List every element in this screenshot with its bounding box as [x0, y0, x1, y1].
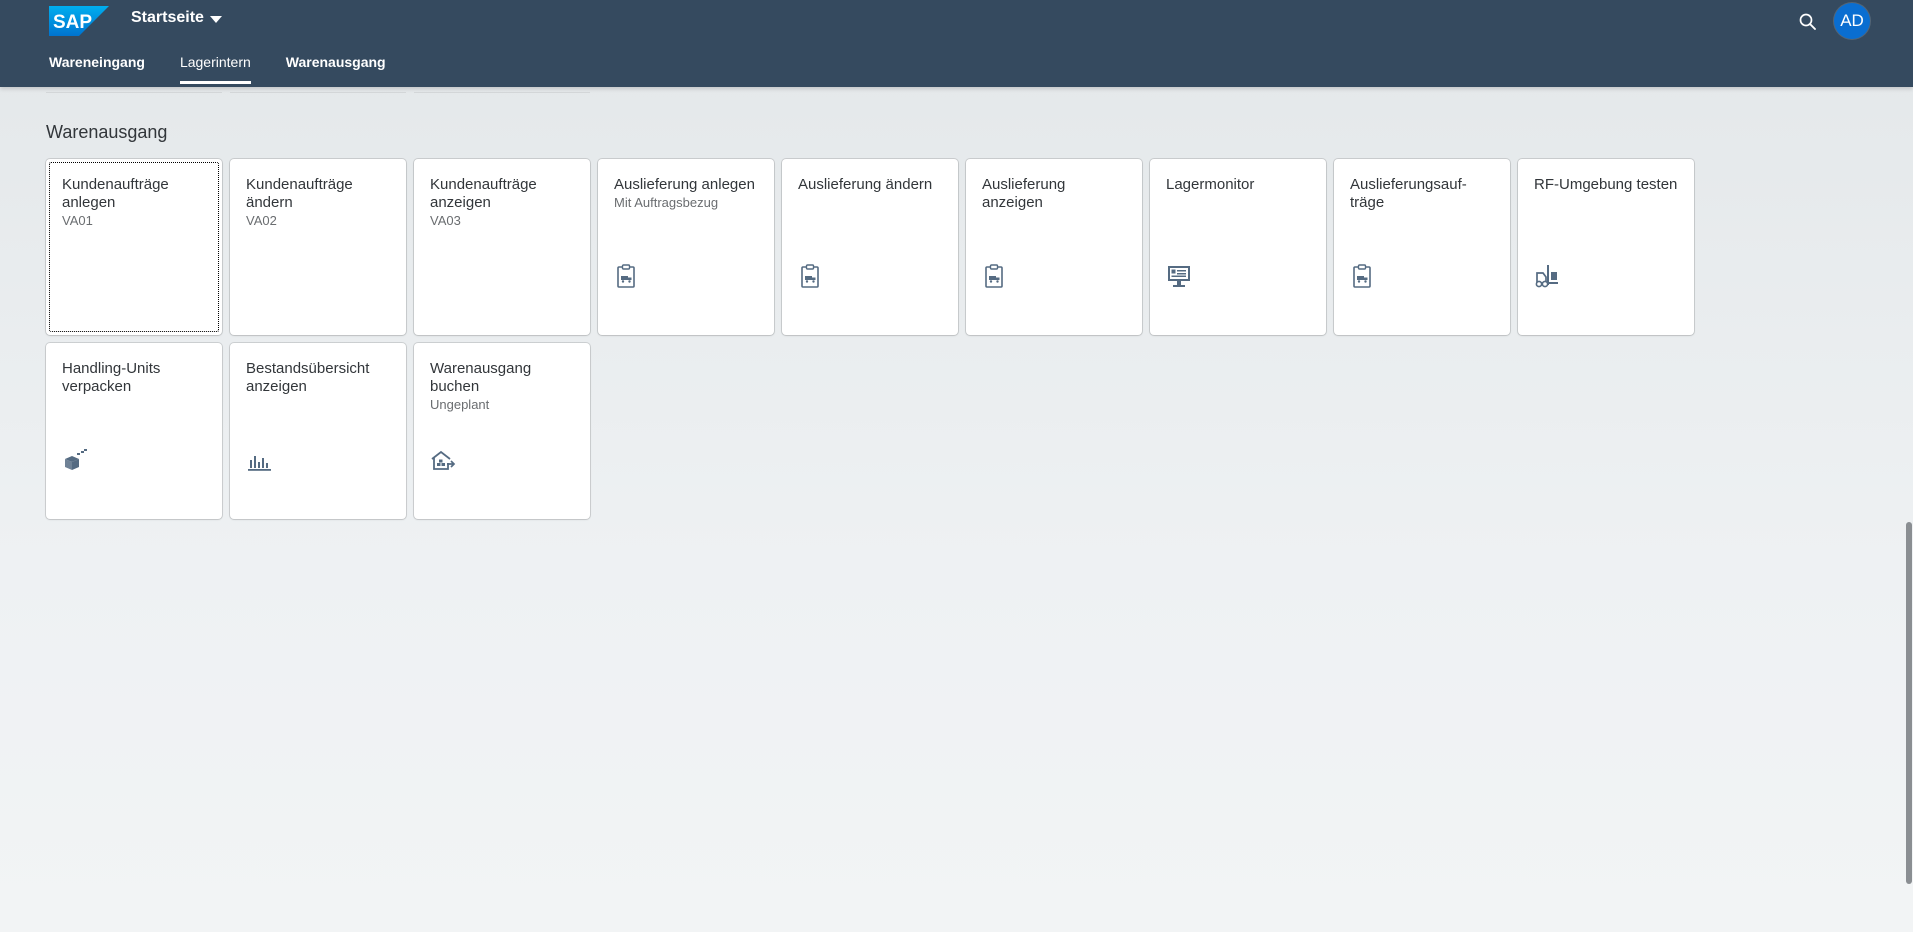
tile-title: Lagermonitor: [1166, 176, 1255, 193]
tile-subtitle: VA01: [62, 213, 93, 228]
tile-title: Handling-Units verpacken: [62, 360, 161, 395]
clipboard-truck-icon: [985, 264, 1003, 288]
tile-kundenauftraege-anlegen[interactable]: Kundenaufträge anlegen VA01: [46, 159, 222, 335]
forklift-icon: [1535, 265, 1558, 288]
package-icon: [65, 449, 87, 470]
home-title-label: Startseite: [131, 9, 204, 26]
tile-edge-remnant: [414, 92, 590, 93]
clipboard-truck-icon: [1353, 264, 1371, 288]
tile-auslieferungsauftraege[interactable]: Auslieferungsauf- träge: [1334, 159, 1510, 335]
tile-edge-remnant: [46, 92, 222, 93]
clipboard-truck-icon: [617, 264, 635, 288]
tab-warenausgang[interactable]: Warenausgang: [286, 52, 386, 84]
tile-title: Warenausgang buchen: [430, 360, 532, 395]
group-tab-bar: Wareneingang Lagerintern Warenausgang: [49, 52, 386, 84]
tab-wareneingang[interactable]: Wareneingang: [49, 52, 145, 84]
clipboard-truck-icon: [801, 264, 819, 288]
tile-bestandsuebersicht-anzeigen[interactable]: Bestandsübersicht anzeigen: [230, 343, 406, 519]
caret-down-icon: [209, 15, 222, 23]
bar-chart-icon: [248, 456, 271, 471]
tile-title: RF-Umgebung testen: [1534, 176, 1678, 193]
logo-text: SAP: [53, 12, 92, 33]
page-scrollbar-thumb[interactable]: [1906, 522, 1912, 884]
tile-title: Auslieferung anzeigen: [982, 176, 1066, 211]
tile-auslieferung-anlegen[interactable]: Auslieferung anlegen Mit Auftragsbezug: [598, 159, 774, 335]
tile-subtitle: Ungeplant: [430, 397, 490, 412]
shell-header: SAP Startseite AD Wareneingang Lagerinte…: [0, 0, 1913, 87]
tile-kundenauftraege-aendern[interactable]: Kundenaufträge ändern VA02: [230, 159, 406, 335]
tile-title: Bestandsübersicht anzeigen: [246, 360, 370, 395]
monitor-icon: [1168, 266, 1190, 287]
tile-edge-remnant: [230, 92, 406, 93]
tile-warenausgang-buchen[interactable]: Warenausgang buchen Ungeplant: [414, 343, 590, 519]
tile-title: Auslieferungsauf- träge: [1350, 176, 1467, 211]
tile-lagermonitor[interactable]: Lagermonitor: [1150, 159, 1326, 335]
tile-title: Auslieferung ändern: [798, 176, 933, 193]
search-icon[interactable]: [1797, 11, 1819, 33]
home-title-menu[interactable]: Startseite: [131, 9, 222, 27]
warehouse-exit-icon: [431, 450, 456, 470]
tile-auslieferung-aendern[interactable]: Auslieferung ändern: [782, 159, 958, 335]
sap-logo[interactable]: SAP: [49, 6, 109, 36]
tile-title: Auslieferung anlegen: [614, 176, 755, 193]
tile-handling-units-verpacken[interactable]: Handling-Units verpacken: [46, 343, 222, 519]
tile-auslieferung-anzeigen[interactable]: Auslieferung anzeigen: [966, 159, 1142, 335]
tile-title: Kundenaufträge anlegen: [62, 176, 169, 211]
tile-rf-umgebung-testen[interactable]: RF-Umgebung testen: [1518, 159, 1694, 335]
tile-subtitle: Mit Auftragsbezug: [614, 195, 719, 210]
tile-title: Kundenaufträge ändern: [246, 176, 353, 211]
tile-subtitle: VA03: [430, 213, 461, 228]
user-initials: AD: [1840, 11, 1864, 30]
section-title: Warenausgang: [46, 122, 168, 142]
tile-title: Kundenaufträge anzeigen: [430, 176, 537, 211]
tile-kundenauftraege-anzeigen[interactable]: Kundenaufträge anzeigen VA03: [414, 159, 590, 335]
tile-subtitle: VA02: [246, 213, 277, 228]
user-avatar[interactable]: AD: [1834, 3, 1870, 39]
tab-lagerintern[interactable]: Lagerintern: [179, 52, 251, 84]
